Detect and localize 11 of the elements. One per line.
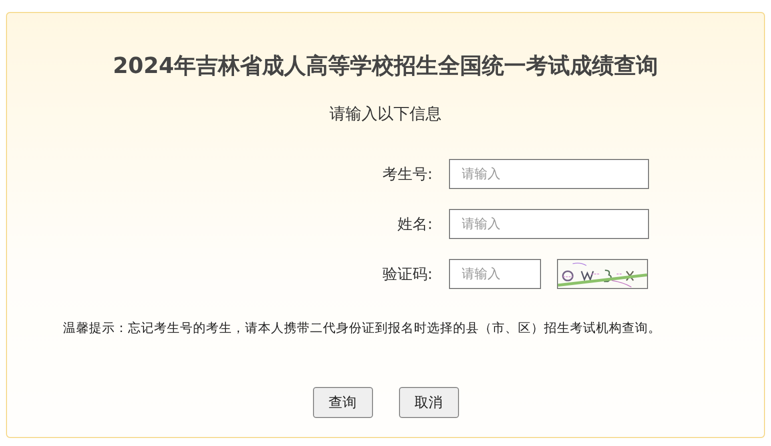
query-button[interactable]: 查询 — [312, 387, 372, 418]
subtitle: 请输入以下信息 — [330, 103, 442, 125]
field-label: 考生号: — [381, 164, 432, 184]
captcha-field[interactable]: 请输入 — [448, 259, 540, 289]
page-title: 2024年吉林省成人高等学校招生全国统一考试成绩查询 — [112, 53, 658, 81]
field-label: 姓名: — [396, 214, 432, 234]
field-label: 验证码: — [381, 264, 432, 284]
text-field[interactable]: 请输入 — [448, 159, 648, 189]
text-field[interactable]: 请输入 — [448, 209, 648, 239]
notice-text: 温馨提示：忘记考生号的考生，请本人携带二代身份证到报名时选择的县（市、区）招生考试机构查询。 — [63, 320, 661, 337]
cancel-button[interactable]: 取消 — [398, 387, 458, 418]
